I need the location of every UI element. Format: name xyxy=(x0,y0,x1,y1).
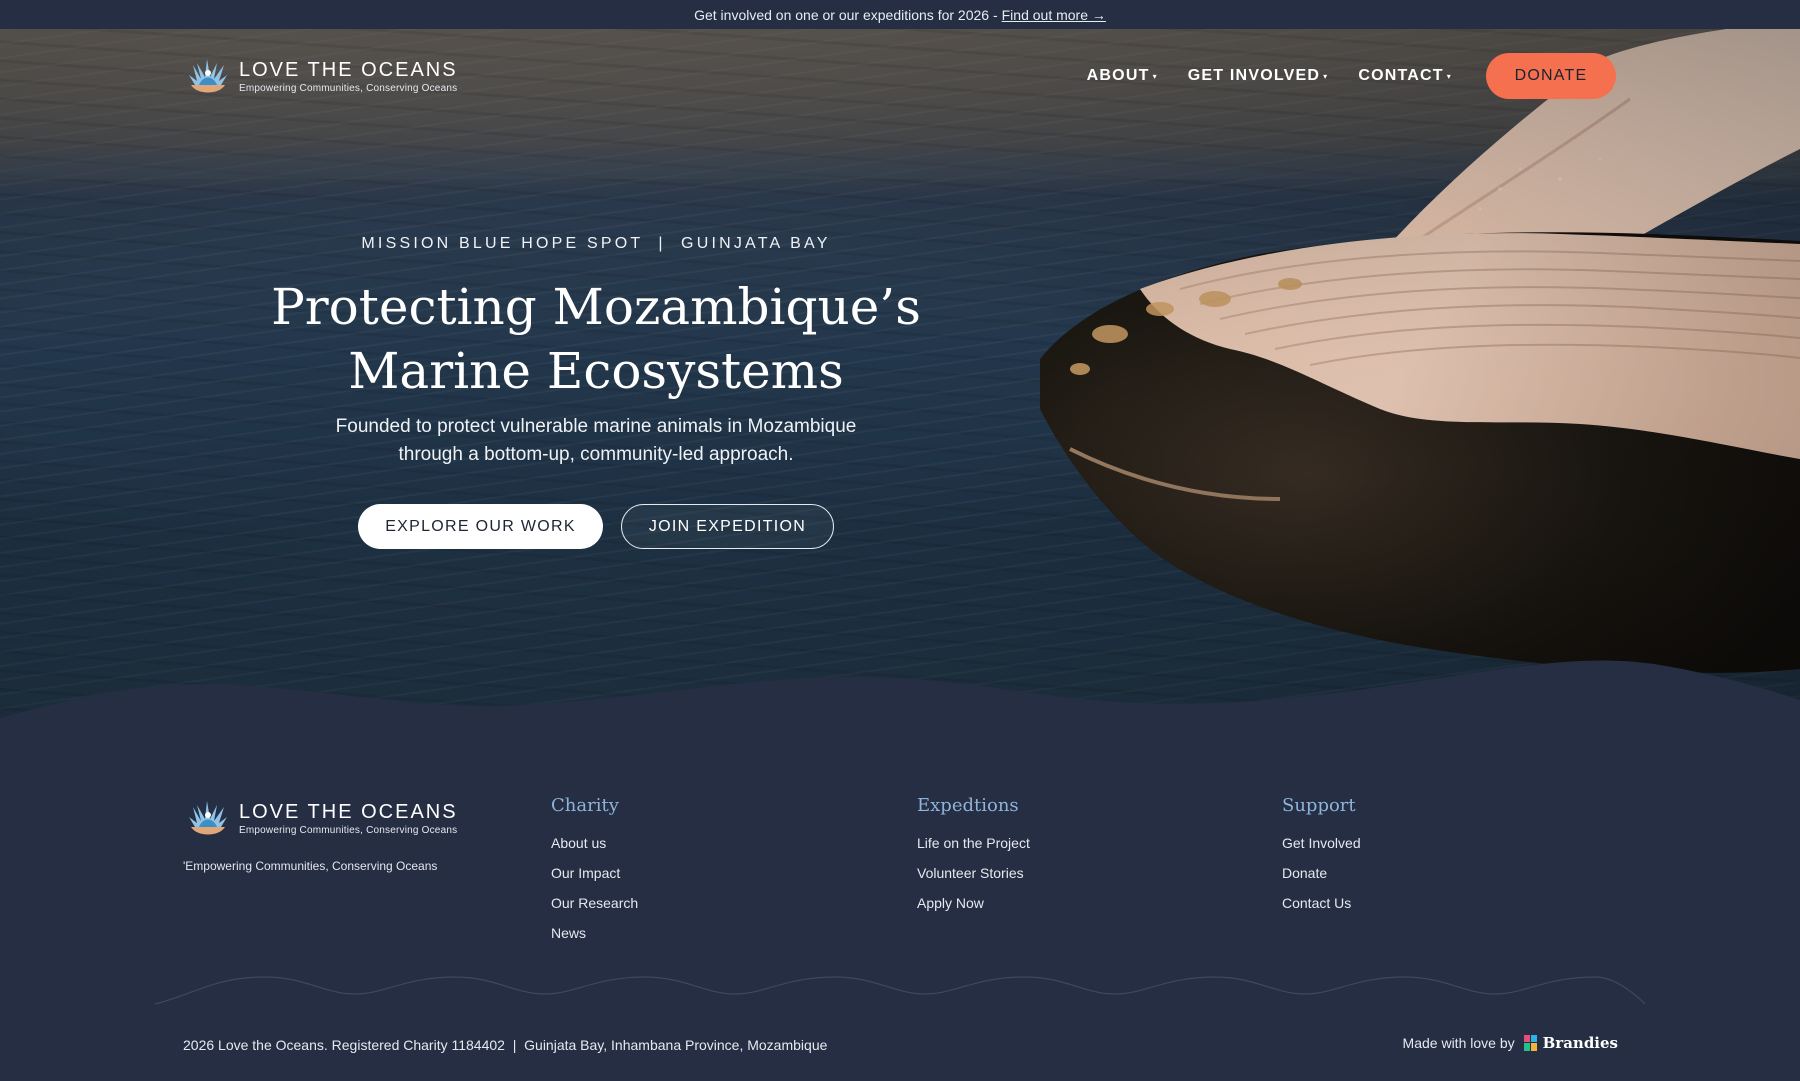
announcement-bar: Get involved on one or our expeditions f… xyxy=(0,0,1800,29)
nav-about-label: ABOUT xyxy=(1086,67,1150,84)
nav-contact-label: CONTACT xyxy=(1358,67,1444,84)
header-logo[interactable]: LOVE THE OCEANS Empowering Communities, … xyxy=(183,55,458,99)
hero-headline: Protecting Mozambique’s Marine Ecosystem… xyxy=(196,275,996,403)
footer-link[interactable]: Contact Us xyxy=(1282,888,1361,918)
footer-link[interactable]: Life on the Project xyxy=(917,828,1030,858)
join-expedition-button[interactable]: JOIN EXPEDITION xyxy=(621,504,834,549)
nav-get-involved-label: GET INVOLVED xyxy=(1187,67,1321,84)
hero-eyebrow: MISSION BLUE HOPE SPOT | GUINJATA BAY xyxy=(361,235,831,252)
made-by-prefix: Made with love by xyxy=(1402,1035,1515,1051)
explore-our-work-button[interactable]: EXPLORE OUR WORK xyxy=(358,504,603,549)
footer-logo[interactable]: LOVE THE OCEANS Empowering Communities, … xyxy=(183,797,458,841)
chevron-down-icon: ▾ xyxy=(1323,71,1329,81)
site-footer: LOVE THE OCEANS Empowering Communities, … xyxy=(0,729,1800,1081)
footer-brand-name: LOVE THE OCEANS xyxy=(239,801,458,823)
footer-link[interactable]: Donate xyxy=(1282,858,1361,888)
footer-column-support: Support Get Involved Donate Contact Us xyxy=(1282,795,1361,918)
footer-column-expeditions: Expedtions Life on the Project Volunteer… xyxy=(917,795,1030,918)
copyright-text: 2026 Love the Oceans. Registered Charity… xyxy=(183,1037,828,1053)
footer-link[interactable]: Get Involved xyxy=(1282,828,1361,858)
footer-link[interactable]: Our Research xyxy=(551,888,638,918)
footer-brand-tagline: Empowering Communities, Conserving Ocean… xyxy=(239,825,458,836)
footer-link[interactable]: Volunteer Stories xyxy=(917,858,1030,888)
oceans-logo-icon xyxy=(189,801,227,835)
footer-column-charity: Charity About us Our Impact Our Research… xyxy=(551,795,638,948)
footer-column-title: Expedtions xyxy=(917,795,1019,816)
hero-headline-line-1: Protecting Mozambique’s xyxy=(271,278,921,336)
footer-link[interactable]: About us xyxy=(551,828,638,858)
footer-link[interactable]: Apply Now xyxy=(917,888,1030,918)
announcement-text: Get involved on one or our expeditions f… xyxy=(694,6,998,23)
hero-content: MISSION BLUE HOPE SPOT | GUINJATA BAY Pr… xyxy=(196,235,996,549)
main-nav: ABOUT ▾ GET INVOLVED ▾ CONTACT ▾ DONATE xyxy=(1087,53,1616,99)
hero-headline-line-2: Marine Ecosystems xyxy=(348,342,844,400)
nav-contact[interactable]: CONTACT ▾ xyxy=(1358,67,1452,85)
wave-line-divider xyxy=(155,976,1645,1005)
hero-subtitle: Founded to protect vulnerable marine ani… xyxy=(196,413,996,469)
nav-get-involved[interactable]: GET INVOLVED ▾ xyxy=(1188,67,1329,85)
brandies-logo-icon xyxy=(1523,1035,1537,1051)
footer-link[interactable]: News xyxy=(551,918,638,948)
donate-button[interactable]: DONATE xyxy=(1486,53,1616,99)
brand-name: LOVE THE OCEANS xyxy=(239,59,458,81)
hero-subtitle-line-2: through a bottom-up, community-led appro… xyxy=(398,444,794,465)
footer-column-title: Charity xyxy=(551,795,619,816)
chevron-down-icon: ▾ xyxy=(1152,71,1158,81)
hero-subtitle-line-1: Founded to protect vulnerable marine ani… xyxy=(335,416,857,437)
chevron-down-icon: ▾ xyxy=(1446,71,1452,81)
footer-tagline: 'Empowering Communities, Conserving Ocea… xyxy=(183,859,438,873)
oceans-logo-icon xyxy=(189,59,227,93)
hero-cta-row: EXPLORE OUR WORK JOIN EXPEDITION xyxy=(196,504,996,549)
site-header: LOVE THE OCEANS Empowering Communities, … xyxy=(0,29,1800,123)
made-by-name: Brandies xyxy=(1542,1034,1618,1052)
nav-about[interactable]: ABOUT ▾ xyxy=(1087,67,1158,85)
made-by-credit[interactable]: Made with love by Brandies xyxy=(1403,1034,1618,1052)
footer-column-title: Support xyxy=(1282,795,1356,816)
footer-link[interactable]: Our Impact xyxy=(551,858,638,888)
wave-divider xyxy=(0,660,1800,735)
announcement-link[interactable]: Find out more → xyxy=(1002,7,1106,23)
brand-tagline: Empowering Communities, Conserving Ocean… xyxy=(239,83,458,94)
